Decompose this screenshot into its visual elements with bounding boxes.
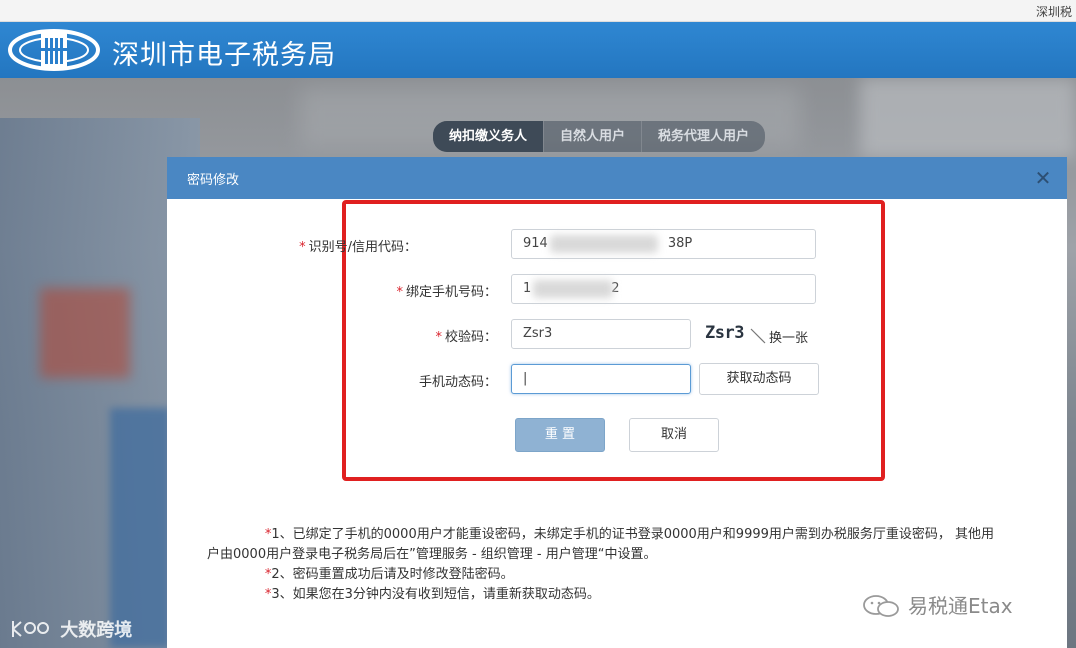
watermark-left: 大数跨境	[10, 616, 132, 642]
note-3-text: 3、如果您在3分钟内没有收到短信，请重新获取动态码。	[271, 587, 600, 602]
password-change-dialog: 密码修改 ✕ * 识别号/信用代码： 914 38P * 绑定手机号码： 12 * 校验…	[167, 157, 1067, 648]
note-1-line-1: 1、已绑定了手机的0000用户才能重设密码，未绑定手机的证书登录0000用户和9…	[271, 527, 995, 542]
close-icon[interactable]: ✕	[1031, 166, 1055, 190]
sms-code-label: 手机动态码：	[317, 371, 497, 390]
phone-label-text: 绑定手机号码：	[405, 285, 497, 300]
note-1-line-2: 户由0000用户登录电子税务局后在”管理服务 - 组织管理 - 用户管理“中设置…	[207, 547, 657, 562]
cancel-button[interactable]: 取消	[629, 418, 719, 452]
sms-code-label-text: 手机动态码：	[418, 375, 497, 390]
top-strip: 深圳税	[0, 0, 1076, 22]
watermark-right-text: 易税通Etax	[908, 594, 1013, 618]
tax-id-value-suffix: 38P	[667, 236, 693, 251]
redaction-blur	[533, 280, 613, 298]
tax-id-value-prefix: 914	[523, 236, 548, 251]
tax-id-label-text: 识别号/信用代码：	[308, 240, 417, 255]
captcha-label-text: 校验码：	[444, 330, 497, 345]
tab-natural-person[interactable]: 自然人用户	[543, 121, 641, 152]
user-type-tabs: 纳扣缴义务人 自然人用户 税务代理人用户	[433, 121, 766, 152]
captcha-image[interactable]: Zsr3	[705, 323, 767, 347]
sms-code-input[interactable]: |	[511, 364, 691, 394]
watermark-logo-icon	[12, 621, 49, 637]
note-2: *2、密码重置成功后请及时修改登陆密码。	[207, 565, 1027, 585]
watermark-left-text: 大数跨境	[60, 620, 133, 641]
note-2-text: 2、密码重置成功后请及时修改登陆密码。	[271, 567, 514, 582]
wechat-icon	[863, 595, 899, 617]
top-corner-text[interactable]: 深圳税	[1036, 3, 1072, 20]
tab-tax-agent[interactable]: 税务代理人用户	[641, 121, 765, 152]
tab-withholding-agent[interactable]: 纳扣缴义务人	[433, 121, 544, 152]
tax-bureau-logo-icon	[8, 29, 100, 71]
captcha-image-text: Zsr3	[705, 323, 744, 343]
redaction-blur	[550, 235, 658, 253]
captcha-label: * 校验码：	[317, 326, 497, 345]
captcha-refresh-link[interactable]: 换一张	[769, 327, 808, 346]
note-1: *1、已绑定了手机的0000用户才能重设密码，未绑定手机的证书登录0000用户和…	[207, 525, 1027, 545]
required-mark: *	[299, 240, 306, 255]
captcha-noise-line-icon	[750, 328, 766, 344]
site-header: 深圳市电子税务局	[0, 22, 1076, 78]
tax-id-label: * 识别号/信用代码：	[237, 236, 417, 255]
watermark-right: 易税通Etax	[862, 590, 1013, 619]
phone-value-prefix: 1	[523, 281, 532, 296]
dialog-title: 密码修改	[187, 173, 240, 188]
reset-button[interactable]: 重 置	[515, 418, 605, 452]
site-title: 深圳市电子税务局	[112, 40, 336, 71]
required-mark: *	[396, 285, 403, 300]
required-mark: *	[435, 330, 442, 345]
dialog-header: 密码修改 ✕	[167, 157, 1067, 199]
phone-label: * 绑定手机号码：	[317, 281, 497, 300]
get-sms-code-button[interactable]: 获取动态码	[699, 363, 819, 395]
captcha-input[interactable]: Zsr3	[511, 319, 691, 349]
note-1-cont: 户由0000用户登录电子税务局后在”管理服务 - 组织管理 - 用户管理“中设置…	[207, 545, 1027, 565]
